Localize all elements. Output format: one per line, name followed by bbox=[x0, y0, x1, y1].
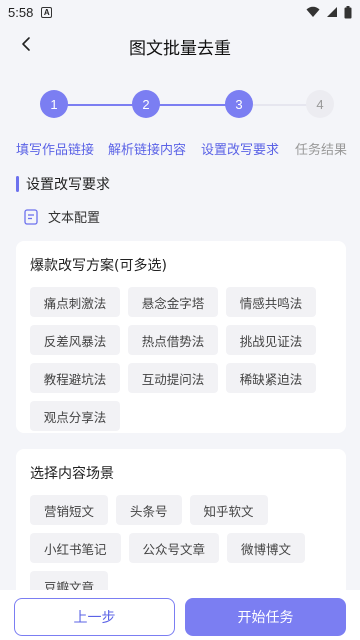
scene-option[interactable]: 知乎软文 bbox=[189, 495, 268, 525]
rewrite-plan-options: 痛点刺激法 悬念金字塔 情感共鸣法 反差风暴法 热点借势法 挑战见证法 教程避坑… bbox=[30, 287, 332, 431]
text-config-label: 文本配置 bbox=[24, 207, 100, 226]
rewrite-plan-card: 爆款改写方案(可多选) 痛点刺激法 悬念金字塔 情感共鸣法 反差风暴法 热点借势… bbox=[16, 241, 346, 433]
section-accent-bar bbox=[16, 176, 19, 192]
document-icon bbox=[24, 208, 38, 225]
section-title: 设置改写要求 bbox=[26, 177, 110, 193]
step-2-label: 解析链接内容 bbox=[108, 143, 187, 158]
rewrite-option[interactable]: 热点借势法 bbox=[128, 325, 218, 355]
previous-step-button[interactable]: 上一步 bbox=[14, 598, 175, 636]
scene-option[interactable]: 小红书笔记 bbox=[30, 533, 121, 563]
start-task-button[interactable]: 开始任务 bbox=[185, 598, 346, 636]
content-scene-card: 选择内容场景 营销短文 头条号 知乎软文 小红书笔记 公众号文章 微博博文 豆瓣… bbox=[16, 449, 346, 609]
config-label-text: 文本配置 bbox=[48, 211, 101, 226]
step-3-dot: 3 bbox=[225, 90, 253, 118]
rewrite-option[interactable]: 互动提问法 bbox=[128, 363, 218, 393]
notification-icon: A bbox=[41, 6, 53, 18]
scene-option[interactable]: 公众号文章 bbox=[128, 533, 220, 563]
app-header: 图文批量去重 bbox=[0, 24, 360, 68]
chevron-left-icon bbox=[22, 37, 30, 51]
rewrite-option[interactable]: 情感共鸣法 bbox=[226, 287, 316, 317]
page-title: 图文批量去重 bbox=[129, 38, 231, 59]
scene-option[interactable]: 头条号 bbox=[116, 495, 182, 525]
progress-stepper: 1 2 3 4 bbox=[0, 88, 360, 122]
step-4-label: 任务结果 bbox=[295, 143, 348, 158]
content-scene-options: 营销短文 头条号 知乎软文 小红书笔记 公众号文章 微博博文 豆瓣文章 bbox=[30, 495, 332, 601]
scene-option[interactable]: 微博博文 bbox=[227, 533, 306, 563]
step-1-label: 填写作品链接 bbox=[16, 143, 95, 158]
wifi-icon bbox=[306, 6, 320, 17]
bottom-action-bar: 上一步 开始任务 bbox=[0, 590, 360, 640]
rewrite-option[interactable]: 稀缺紧迫法 bbox=[226, 363, 316, 393]
content-scene-title: 选择内容场景 bbox=[30, 466, 114, 482]
step-4-dot: 4 bbox=[306, 90, 334, 118]
rewrite-option[interactable]: 痛点刺激法 bbox=[30, 287, 120, 317]
status-icons bbox=[306, 5, 352, 19]
status-time: 5:58 bbox=[8, 4, 34, 20]
status-bar: 5:58 A bbox=[0, 0, 360, 24]
rewrite-option[interactable]: 悬念金字塔 bbox=[128, 287, 218, 317]
rewrite-option[interactable]: 反差风暴法 bbox=[30, 325, 120, 355]
section-heading: 设置改写要求 bbox=[16, 174, 110, 194]
signal-icon bbox=[327, 7, 337, 17]
rewrite-option[interactable]: 挑战见证法 bbox=[226, 325, 316, 355]
step-2-dot: 2 bbox=[132, 90, 160, 118]
battery-icon bbox=[344, 5, 352, 18]
rewrite-plan-title: 爆款改写方案(可多选) bbox=[30, 258, 167, 274]
back-button[interactable] bbox=[14, 32, 38, 56]
step-3-label: 设置改写要求 bbox=[201, 143, 280, 158]
rewrite-option[interactable]: 观点分享法 bbox=[30, 401, 120, 431]
step-1-dot: 1 bbox=[40, 90, 68, 118]
step-labels: 填写作品链接 解析链接内容 设置改写要求 任务结果 bbox=[0, 139, 360, 159]
scene-option[interactable]: 营销短文 bbox=[30, 495, 109, 525]
rewrite-option[interactable]: 教程避坑法 bbox=[30, 363, 120, 393]
